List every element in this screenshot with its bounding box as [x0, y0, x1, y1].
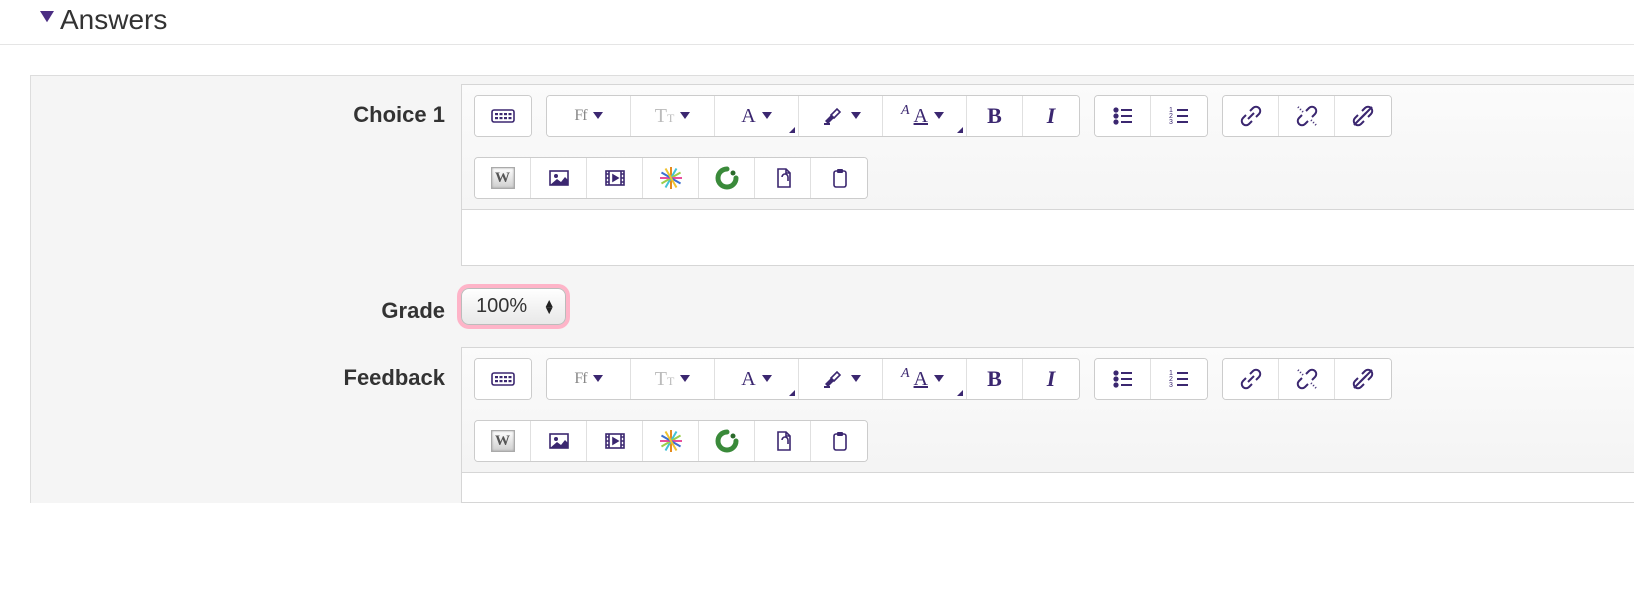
file-button[interactable] [755, 421, 811, 461]
italic-button[interactable]: I [1023, 96, 1079, 136]
font-family-button[interactable]: Ff [547, 96, 631, 136]
starburst-icon [660, 167, 682, 189]
feedback-textarea[interactable] [462, 472, 1634, 502]
answers-form: Choice 1 Ff [30, 75, 1634, 503]
number-list-button[interactable]: 123 [1151, 96, 1207, 136]
paste-word-button[interactable]: W [475, 421, 531, 461]
paste-button[interactable] [811, 421, 867, 461]
grade-select[interactable]: 100% ▲▼ [461, 288, 566, 325]
collapse-caret-icon [40, 11, 54, 30]
bold-button[interactable]: B [967, 359, 1023, 399]
clear-format-button[interactable]: AA [883, 359, 967, 399]
font-family-button[interactable]: Ff [547, 359, 631, 399]
font-color-button[interactable]: A [715, 96, 799, 136]
paste-word-button[interactable]: W [475, 158, 531, 198]
font-color-button[interactable]: A [715, 359, 799, 399]
bullet-list-button[interactable] [1095, 359, 1151, 399]
choice-toolbar-row-1: Ff TT A AA [462, 85, 1634, 147]
link-button[interactable] [1223, 359, 1279, 399]
image-button[interactable] [531, 158, 587, 198]
paste-button[interactable] [811, 158, 867, 198]
file-button[interactable] [755, 158, 811, 198]
svg-text:3: 3 [1169, 382, 1173, 389]
highlight-button[interactable] [799, 96, 883, 136]
echo-button[interactable] [699, 158, 755, 198]
grade-select-value: 100% [476, 295, 527, 317]
bold-button[interactable]: B [967, 96, 1023, 136]
grade-label: Grade [31, 288, 461, 324]
number-list-button[interactable]: 123 [1151, 359, 1207, 399]
choice-1-editor: Ff TT A AA [461, 84, 1634, 266]
unlink-button[interactable] [1279, 359, 1335, 399]
feedback-label: Feedback [31, 347, 461, 391]
toolbar-toggle-button[interactable] [475, 359, 531, 399]
starburst-icon [660, 430, 682, 452]
section-header-answers[interactable]: Answers [0, 0, 1634, 45]
video-button[interactable] [587, 421, 643, 461]
choice-1-label: Choice 1 [31, 84, 461, 128]
kaltura-button[interactable] [643, 421, 699, 461]
image-button[interactable] [531, 421, 587, 461]
clear-format-button[interactable]: AA [883, 96, 967, 136]
link-button[interactable] [1223, 96, 1279, 136]
font-size-button[interactable]: TT [631, 359, 715, 399]
echo-button[interactable] [699, 421, 755, 461]
kaltura-button[interactable] [643, 158, 699, 198]
nolink-button[interactable] [1335, 96, 1391, 136]
unlink-button[interactable] [1279, 96, 1335, 136]
choice-toolbar-row-2: W [462, 147, 1634, 209]
toolbar-toggle-button[interactable] [475, 96, 531, 136]
nolink-button[interactable] [1335, 359, 1391, 399]
bullet-list-button[interactable] [1095, 96, 1151, 136]
feedback-editor: Ff TT A AA B I 123 [461, 347, 1634, 503]
italic-button[interactable]: I [1023, 359, 1079, 399]
highlight-button[interactable] [799, 359, 883, 399]
select-arrows-icon: ▲▼ [543, 300, 555, 314]
section-title: Answers [60, 4, 167, 36]
choice-1-textarea[interactable] [462, 209, 1634, 265]
feedback-toolbar-row-1: Ff TT A AA B I 123 [462, 348, 1634, 410]
font-size-button[interactable]: TT [631, 96, 715, 136]
svg-text:3: 3 [1169, 119, 1173, 126]
video-button[interactable] [587, 158, 643, 198]
feedback-toolbar-row-2: W [462, 410, 1634, 472]
